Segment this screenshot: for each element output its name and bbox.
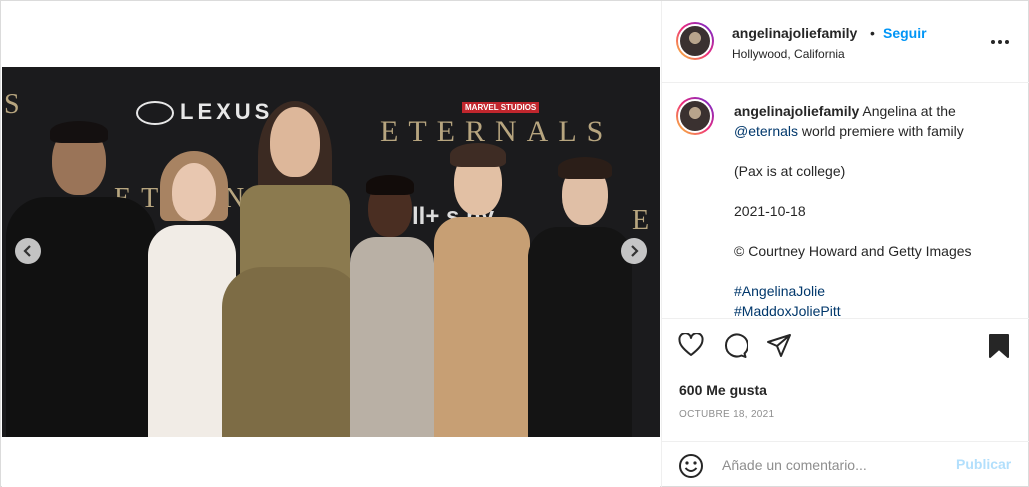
- caption-area: angelinajoliefamily Angelina at the @ete…: [662, 83, 1029, 319]
- follow-button[interactable]: Seguir: [883, 25, 927, 41]
- save-button[interactable]: [988, 333, 1016, 361]
- bookmark-filled-icon: [989, 334, 1009, 358]
- caption-text-part: Angelina at the: [859, 103, 956, 119]
- likes-count[interactable]: 600 Me gusta: [679, 382, 767, 398]
- lexus-logo: LEXUS: [136, 99, 273, 126]
- caption-credit-line: © Courtney Howard and Getty Images: [734, 243, 972, 259]
- backdrop-logo-text-right: E: [632, 205, 656, 236]
- like-button[interactable]: [678, 332, 706, 361]
- carousel-prev-button[interactable]: [15, 238, 41, 264]
- chevron-right-icon: [631, 245, 639, 257]
- more-options-button[interactable]: [990, 29, 1010, 50]
- marvel-studios-logo: MARVEL STUDIOS: [462, 102, 540, 113]
- location-link[interactable]: Hollywood, California: [732, 47, 845, 61]
- caption-avatar[interactable]: [676, 97, 714, 135]
- header-username[interactable]: angelinajoliefamily: [732, 25, 857, 41]
- comment-bar: Publicar: [662, 441, 1029, 487]
- caption-date-line: 2021-10-18: [734, 203, 806, 219]
- caption-line: (Pax is at college): [734, 163, 846, 179]
- caption-mention-link[interactable]: @eternals: [734, 123, 798, 139]
- chevron-left-icon: [23, 245, 31, 257]
- caption-text-part: world premiere with family: [798, 123, 964, 139]
- publish-button[interactable]: Publicar: [956, 456, 1011, 472]
- post-header: angelinajoliefamily • Seguir Hollywood, …: [662, 1, 1029, 83]
- eternals-logo: ETERNALS: [380, 115, 614, 148]
- comment-icon: [724, 333, 749, 358]
- separator-dot: •: [870, 25, 875, 41]
- instagram-post: S LEXUS MARVEL STUDIOS ETERNALS ETERNALS…: [0, 0, 1029, 487]
- post-side-panel: angelinajoliefamily • Seguir Hollywood, …: [661, 1, 1029, 487]
- share-button[interactable]: [766, 333, 794, 361]
- caption-username[interactable]: angelinajoliefamily: [734, 103, 859, 119]
- paper-plane-icon: [767, 334, 791, 357]
- caption-text: angelinajoliefamily Angelina at the @ete…: [734, 101, 1016, 318]
- post-media: S LEXUS MARVEL STUDIOS ETERNALS ETERNALS…: [2, 1, 660, 487]
- hashtag-link[interactable]: #MaddoxJoliePitt: [734, 301, 1016, 318]
- more-horizontal-icon: [991, 40, 1009, 44]
- carousel-next-button[interactable]: [621, 238, 647, 264]
- backdrop-logo-text: S: [4, 89, 26, 120]
- hashtag-link[interactable]: #AngelinaJolie: [734, 281, 1016, 301]
- emoji-button[interactable]: [678, 453, 704, 479]
- post-photo[interactable]: S LEXUS MARVEL STUDIOS ETERNALS ETERNALS…: [2, 67, 660, 437]
- avatar[interactable]: [676, 22, 714, 60]
- heart-icon: [678, 332, 704, 356]
- smiley-icon: [679, 454, 703, 478]
- comment-button[interactable]: [722, 333, 750, 361]
- lexus-emblem-icon: [136, 101, 174, 126]
- post-actions: [662, 332, 1029, 365]
- comment-input[interactable]: [722, 454, 942, 476]
- post-date[interactable]: OCTUBRE 18, 2021: [679, 409, 774, 420]
